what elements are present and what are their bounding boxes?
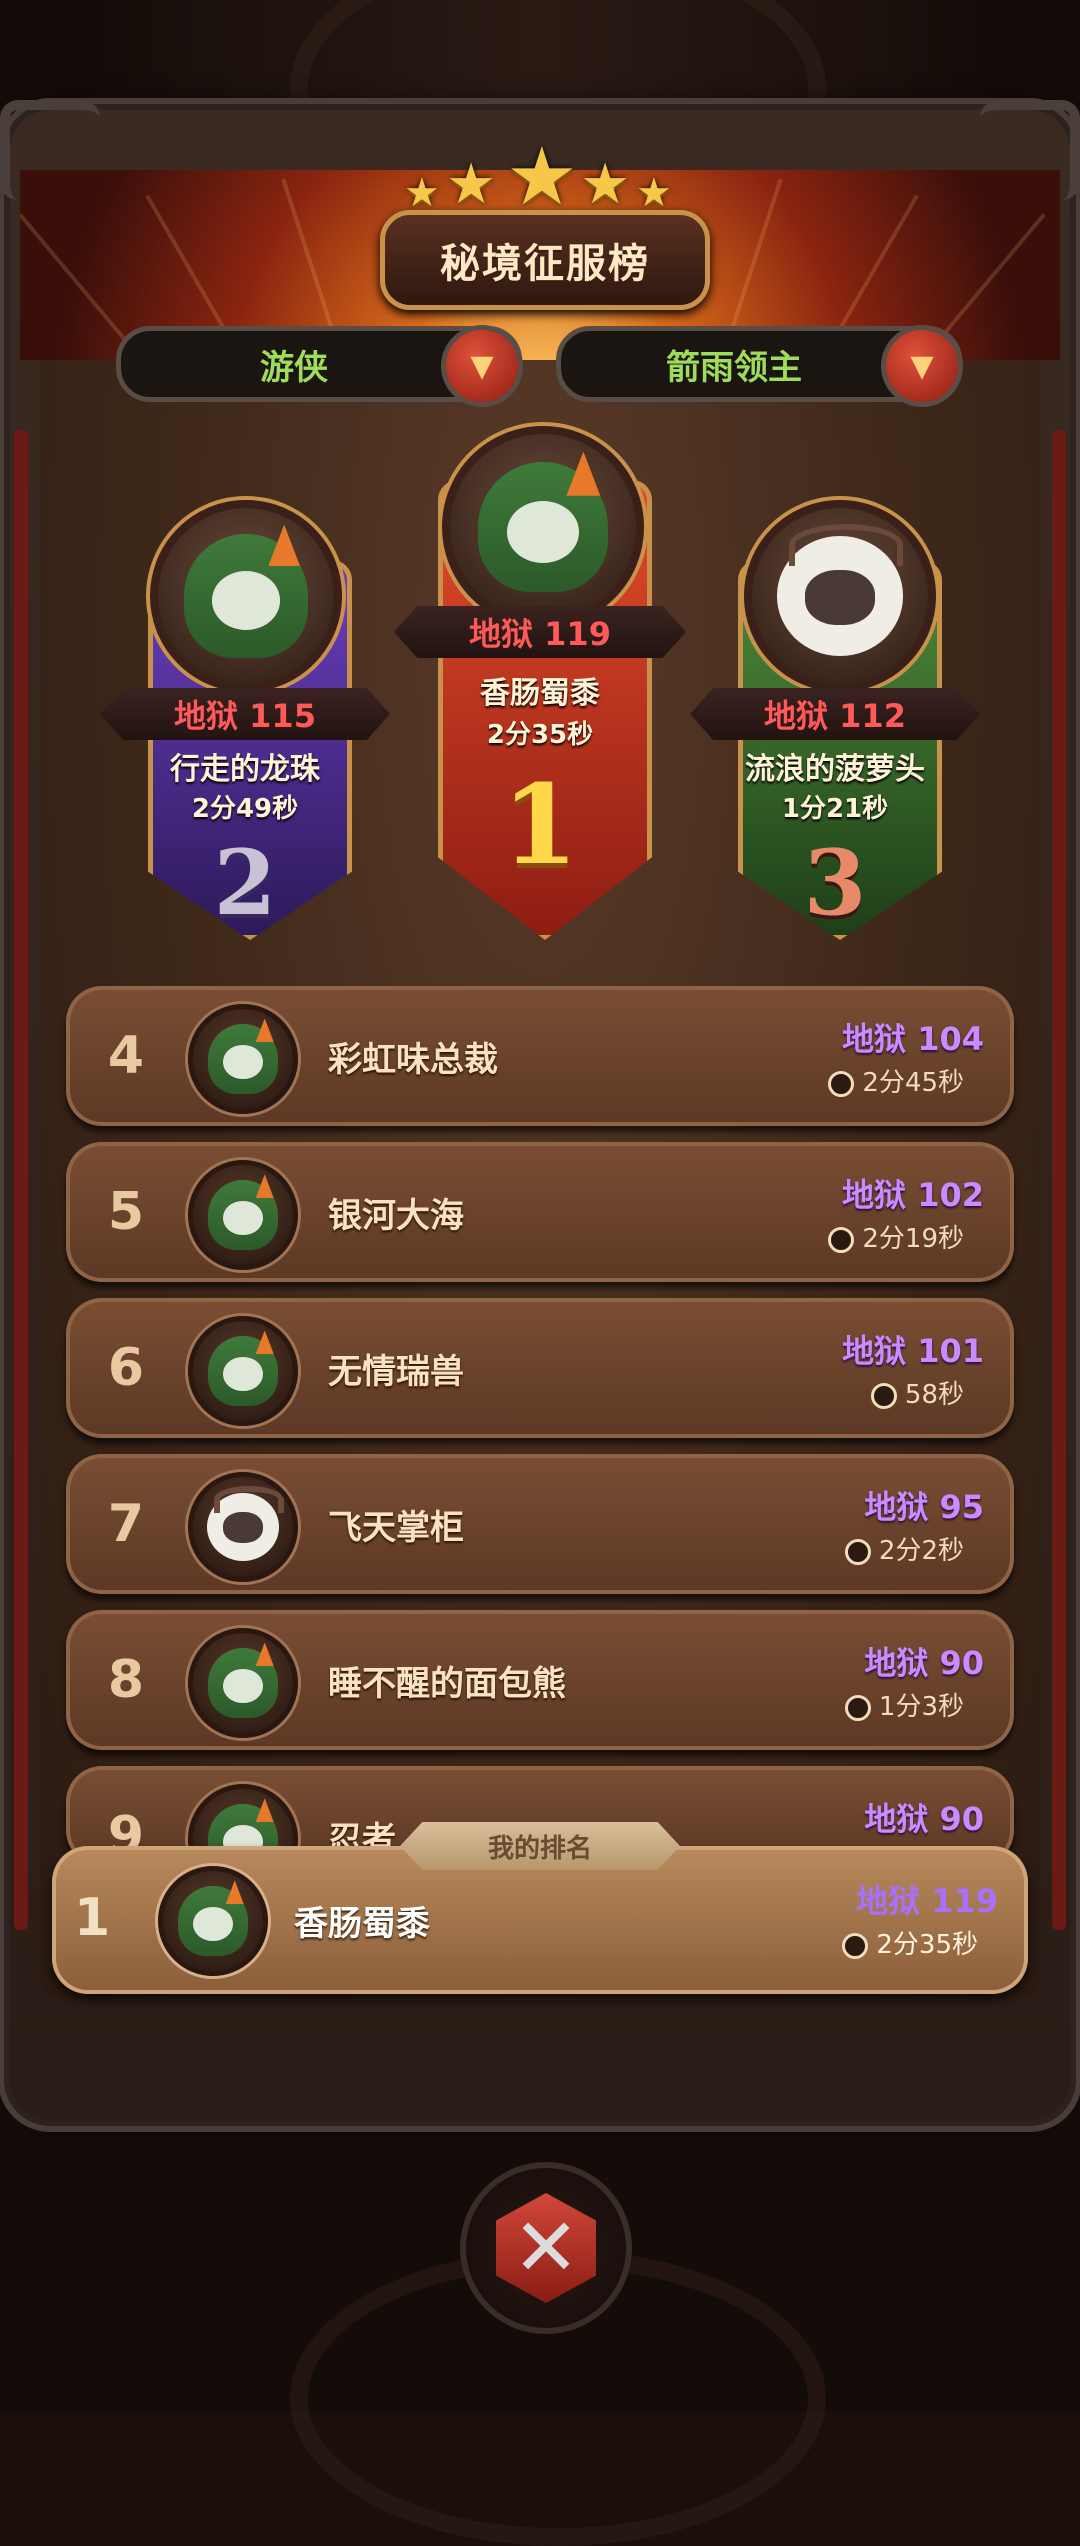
star-icon: ★ bbox=[580, 152, 631, 217]
player-name: 行走的龙珠 bbox=[170, 752, 320, 787]
dungeon-filter-toggle[interactable]: ▼ bbox=[881, 325, 963, 407]
clock-icon bbox=[844, 1538, 871, 1565]
frame-side-bar bbox=[1052, 430, 1066, 1930]
leaderboard-row[interactable]: 5 银河大海 地狱 102 2分19秒 bbox=[66, 1142, 1014, 1282]
hero-portrait bbox=[208, 1648, 278, 1718]
row-time-text: 2分19秒 bbox=[862, 1224, 964, 1254]
avatar bbox=[188, 1316, 298, 1426]
row-rank: 7 bbox=[107, 1494, 145, 1554]
row-time: 2分19秒 bbox=[828, 1218, 964, 1255]
avatar bbox=[744, 500, 936, 692]
dungeon-filter-dropdown[interactable]: 箭雨领主 ▼ bbox=[556, 325, 963, 407]
hero-portrait bbox=[477, 461, 609, 593]
difficulty-label: 地狱 112 bbox=[764, 697, 906, 735]
row-difficulty: 地狱 90 bbox=[864, 1800, 984, 1838]
row-player-name: 无情瑞兽 bbox=[328, 1352, 464, 1392]
clear-time: 1分21秒 bbox=[781, 794, 889, 824]
row-time: 1分3秒 bbox=[844, 1686, 964, 1723]
class-filter-dropdown[interactable]: 游侠 ▼ bbox=[116, 325, 523, 407]
clock-icon bbox=[842, 1932, 869, 1959]
rank-number: 3 bbox=[803, 830, 867, 936]
leaderboard-row[interactable]: 6 无情瑞兽 地狱 101 58秒 bbox=[66, 1298, 1014, 1438]
my-rank-tab: 我的排名 bbox=[400, 1822, 680, 1870]
row-difficulty: 地狱 102 bbox=[842, 1176, 984, 1214]
my-player-name: 香肠蜀黍 bbox=[294, 1904, 430, 1944]
rank-number: 1 bbox=[501, 760, 579, 889]
row-player-name: 银河大海 bbox=[328, 1196, 464, 1236]
avatar bbox=[188, 1004, 298, 1114]
avatar bbox=[442, 426, 644, 628]
row-time: 2分2秒 bbox=[844, 1530, 964, 1567]
clock-icon bbox=[828, 1226, 855, 1253]
row-player-name: 彩虹味总裁 bbox=[328, 1040, 498, 1080]
chevron-down-icon: ▼ bbox=[910, 348, 934, 384]
avatar bbox=[150, 500, 342, 692]
hero-portrait bbox=[208, 1336, 278, 1406]
row-difficulty: 地狱 104 bbox=[842, 1020, 984, 1058]
sheep-portrait bbox=[776, 524, 904, 656]
hero-portrait bbox=[208, 1180, 278, 1250]
row-difficulty: 地狱 101 bbox=[842, 1332, 984, 1370]
avatar bbox=[188, 1472, 298, 1582]
my-time-text: 2分35秒 bbox=[876, 1930, 978, 1960]
row-player-name: 飞天掌柜 bbox=[328, 1508, 464, 1548]
chevron-down-icon: ▼ bbox=[470, 348, 494, 384]
avatar bbox=[188, 1628, 298, 1738]
rating-stars: ★ ★ ★ ★ ★ bbox=[0, 130, 1080, 223]
hero-portrait bbox=[178, 1886, 248, 1956]
hero-portrait bbox=[184, 534, 308, 658]
my-rank-number: 1 bbox=[74, 1888, 111, 1948]
frame-side-bar bbox=[14, 430, 28, 1930]
row-rank: 8 bbox=[107, 1650, 145, 1710]
row-rank: 4 bbox=[107, 1026, 145, 1086]
clock-icon bbox=[844, 1694, 871, 1721]
row-time-text: 2分2秒 bbox=[878, 1536, 964, 1566]
difficulty-label: 地狱 119 bbox=[469, 615, 611, 653]
page-title: 秘境征服榜 bbox=[440, 241, 650, 287]
row-time: 58秒 bbox=[870, 1374, 964, 1411]
row-time-text: 58秒 bbox=[904, 1380, 964, 1410]
clock-icon bbox=[870, 1382, 897, 1409]
star-icon: ★ bbox=[446, 152, 497, 217]
row-difficulty: 地狱 90 bbox=[864, 1644, 984, 1682]
avatar bbox=[158, 1866, 268, 1976]
hero-portrait bbox=[208, 1024, 278, 1094]
close-button[interactable]: ✕ bbox=[460, 2162, 632, 2334]
leaderboard-row[interactable]: 7 飞天掌柜 地狱 95 2分2秒 bbox=[66, 1454, 1014, 1594]
rank-number: 2 bbox=[213, 830, 277, 936]
leaderboard-row[interactable]: 8 睡不醒的面包熊 地狱 90 1分3秒 bbox=[66, 1610, 1014, 1750]
difficulty-ribbon: 地狱 112 bbox=[690, 688, 980, 740]
sheep-portrait bbox=[207, 1486, 284, 1561]
leaderboard-row[interactable]: 4 彩虹味总裁 地狱 104 2分45秒 bbox=[66, 986, 1014, 1126]
row-rank: 6 bbox=[107, 1338, 145, 1398]
my-time: 2分35秒 bbox=[842, 1924, 978, 1961]
row-time-text: 2分45秒 bbox=[862, 1068, 964, 1098]
difficulty-ribbon: 地狱 115 bbox=[100, 688, 390, 740]
clock-icon bbox=[828, 1070, 855, 1097]
my-rank-tab-label: 我的排名 bbox=[487, 1833, 592, 1864]
row-time: 2分45秒 bbox=[828, 1062, 964, 1099]
difficulty-ribbon: 地狱 119 bbox=[394, 606, 686, 658]
class-filter-toggle[interactable]: ▼ bbox=[441, 325, 523, 407]
player-name: 流浪的菠萝头 bbox=[745, 752, 925, 787]
page-title-plate: 秘境征服榜 bbox=[380, 210, 710, 310]
player-name: 香肠蜀黍 bbox=[480, 676, 600, 711]
close-icon: ✕ bbox=[496, 2193, 596, 2303]
row-player-name: 睡不醒的面包熊 bbox=[328, 1664, 566, 1704]
difficulty-label: 地狱 115 bbox=[174, 697, 316, 735]
my-difficulty: 地狱 119 bbox=[856, 1882, 998, 1920]
clear-time: 2分49秒 bbox=[191, 794, 299, 824]
row-difficulty: 地狱 95 bbox=[864, 1488, 984, 1526]
avatar bbox=[188, 1160, 298, 1270]
row-time-text: 1分3秒 bbox=[878, 1692, 964, 1722]
row-rank: 5 bbox=[107, 1182, 145, 1242]
clear-time: 2分35秒 bbox=[486, 720, 594, 750]
